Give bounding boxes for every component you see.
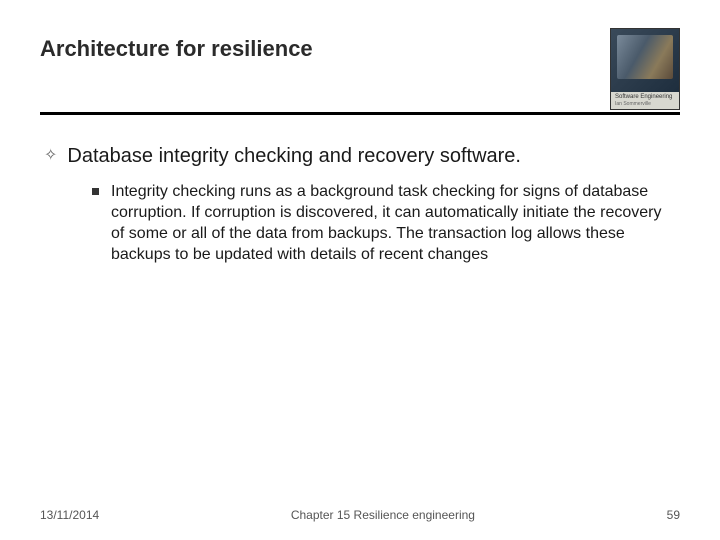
header-row: Architecture for resilience Software Eng… bbox=[40, 28, 680, 110]
square-bullet-icon bbox=[92, 188, 99, 195]
content-area: ✧ Database integrity checking and recove… bbox=[40, 143, 680, 265]
sub-bullet-item: Integrity checking runs as a background … bbox=[92, 181, 676, 265]
main-bullet-text: Database integrity checking and recovery… bbox=[67, 143, 521, 169]
footer-chapter: Chapter 15 Resilience engineering bbox=[291, 508, 475, 522]
slide: Architecture for resilience Software Eng… bbox=[0, 0, 720, 540]
footer-page-number: 59 bbox=[667, 508, 680, 522]
main-bullet-item: ✧ Database integrity checking and recove… bbox=[44, 143, 676, 169]
page-title: Architecture for resilience bbox=[40, 36, 313, 62]
book-title-text: Software Engineering bbox=[615, 94, 675, 101]
sub-bullet-text: Integrity checking runs as a background … bbox=[111, 181, 676, 265]
slide-footer: 13/11/2014 Chapter 15 Resilience enginee… bbox=[40, 508, 680, 522]
book-cover-image: Software Engineering Ian Sommerville bbox=[610, 28, 680, 110]
diamond-bullet-icon: ✧ bbox=[44, 143, 57, 169]
footer-date: 13/11/2014 bbox=[40, 508, 99, 522]
title-divider bbox=[40, 112, 680, 115]
book-author-text: Ian Sommerville bbox=[615, 102, 675, 108]
book-cover-label: Software Engineering Ian Sommerville bbox=[611, 92, 679, 109]
